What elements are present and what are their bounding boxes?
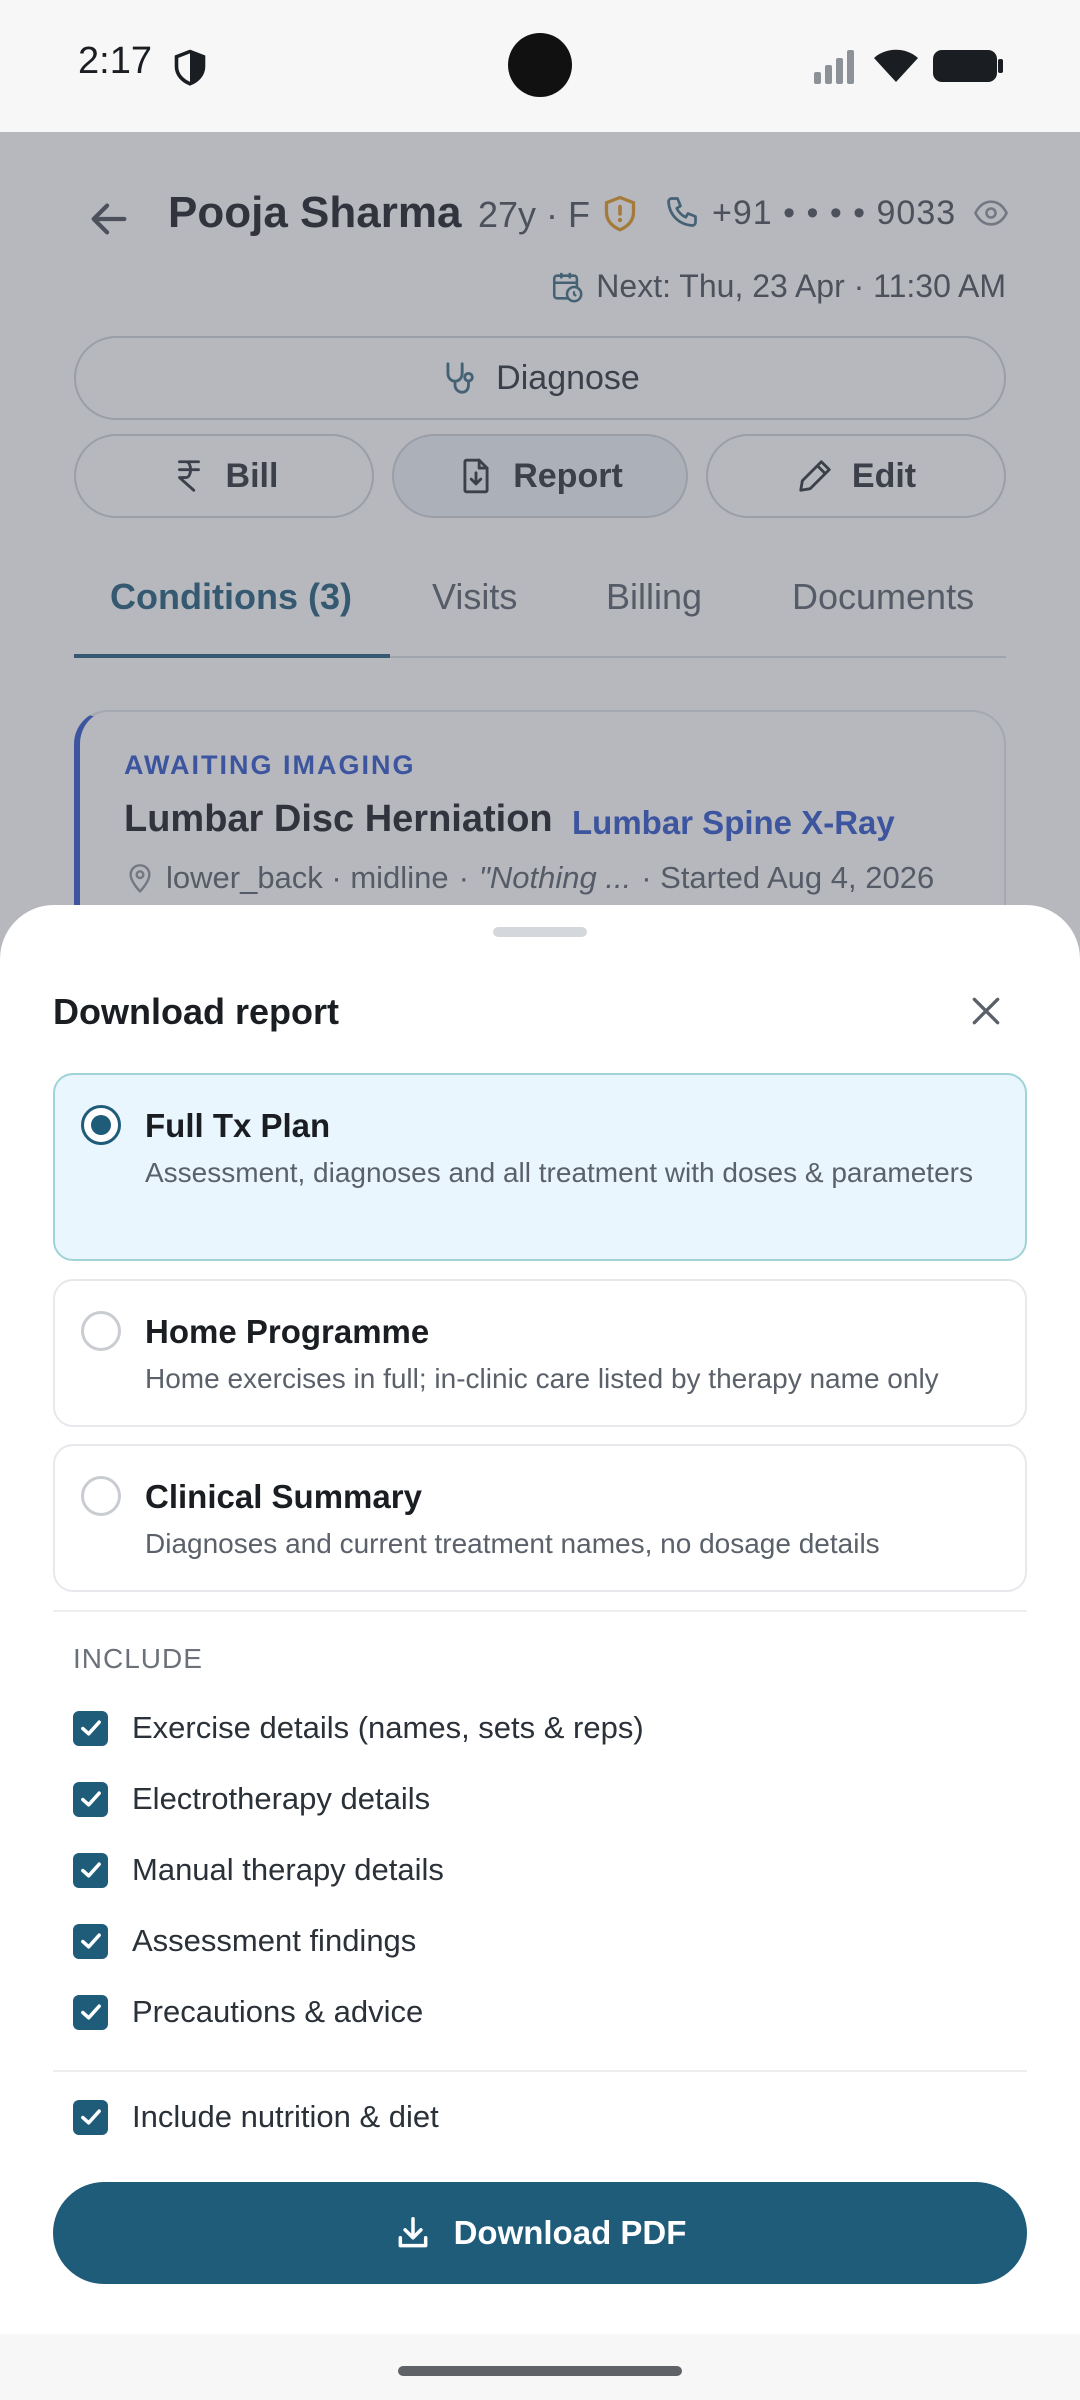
sheet-title: Download report bbox=[53, 991, 339, 1032]
checkbox-nutrition-diet[interactable]: Include nutrition & diet bbox=[73, 2099, 439, 2135]
checkbox-assessment-findings[interactable]: Assessment findings bbox=[73, 1923, 416, 1959]
gesture-nav-bar bbox=[0, 2334, 1080, 2400]
download-pdf-button[interactable]: Download PDF bbox=[53, 2182, 1027, 2284]
sheet-drag-handle[interactable] bbox=[493, 927, 587, 937]
check-icon[interactable] bbox=[73, 1994, 108, 2030]
checkbox-label: Exercise details (names, sets & reps) bbox=[132, 1710, 644, 1745]
option-description: Home exercises in full; in-clinic care l… bbox=[145, 1363, 939, 1394]
radio-home-programme[interactable] bbox=[81, 1311, 121, 1351]
radio-full-tx-plan[interactable] bbox=[81, 1105, 121, 1145]
option-title: Home Programme bbox=[145, 1313, 430, 1350]
close-icon[interactable] bbox=[966, 991, 1006, 1031]
checkbox-label: Electrotherapy details bbox=[132, 1781, 431, 1816]
option-description: Diagnoses and current treatment names, n… bbox=[145, 1528, 880, 1559]
download-report-sheet: Download report Full Tx Plan Assessment,… bbox=[0, 905, 1080, 2400]
checkbox-label: Assessment findings bbox=[132, 1923, 417, 1958]
divider bbox=[53, 1610, 1027, 1612]
check-icon[interactable] bbox=[73, 1710, 108, 1746]
option-home-programme[interactable]: Home Programme Home exercises in full; i… bbox=[53, 1279, 1027, 1427]
check-icon[interactable] bbox=[73, 1781, 108, 1817]
check-icon[interactable] bbox=[73, 1923, 108, 1959]
checkbox-precautions-advice[interactable]: Precautions & advice bbox=[73, 1994, 423, 2030]
checkbox-label: Manual therapy details bbox=[132, 1852, 444, 1887]
camera-cutout bbox=[508, 33, 572, 97]
radio-clinical-summary[interactable] bbox=[81, 1476, 121, 1516]
option-title: Full Tx Plan bbox=[145, 1107, 331, 1144]
status-time: 2:17 bbox=[78, 40, 152, 82]
download-icon bbox=[398, 2217, 427, 2248]
screen: 2:17 Pooja Sharma 27y · F +91 • • • • 90… bbox=[0, 0, 1080, 2400]
checkbox-label: Include nutrition & diet bbox=[132, 2099, 439, 2134]
option-clinical-summary[interactable]: Clinical Summary Diagnoses and current t… bbox=[53, 1444, 1027, 1592]
divider bbox=[53, 2070, 1027, 2072]
home-indicator[interactable] bbox=[398, 2366, 682, 2376]
checkbox-electrotherapy-details[interactable]: Electrotherapy details bbox=[73, 1781, 430, 1817]
checkbox-manual-therapy-details[interactable]: Manual therapy details bbox=[73, 1852, 444, 1888]
include-section-label: INCLUDE bbox=[73, 1643, 203, 1674]
option-description: Assessment, diagnoses and all treatment … bbox=[145, 1157, 973, 1188]
option-title: Clinical Summary bbox=[145, 1478, 422, 1515]
signal-icon bbox=[814, 50, 854, 84]
checkbox-exercise-details[interactable]: Exercise details (names, sets & reps) bbox=[73, 1710, 644, 1746]
battery-icon bbox=[933, 50, 1003, 82]
wifi-icon bbox=[874, 49, 918, 82]
check-icon[interactable] bbox=[73, 1852, 108, 1888]
checkbox-label: Precautions & advice bbox=[132, 1994, 424, 2029]
check-icon[interactable] bbox=[73, 2099, 108, 2135]
shield-icon bbox=[174, 49, 206, 86]
status-bar: 2:17 bbox=[0, 0, 1080, 132]
download-pdf-label: Download PDF bbox=[453, 2214, 687, 2251]
option-full-tx-plan[interactable]: Full Tx Plan Assessment, diagnoses and a… bbox=[53, 1073, 1027, 1261]
